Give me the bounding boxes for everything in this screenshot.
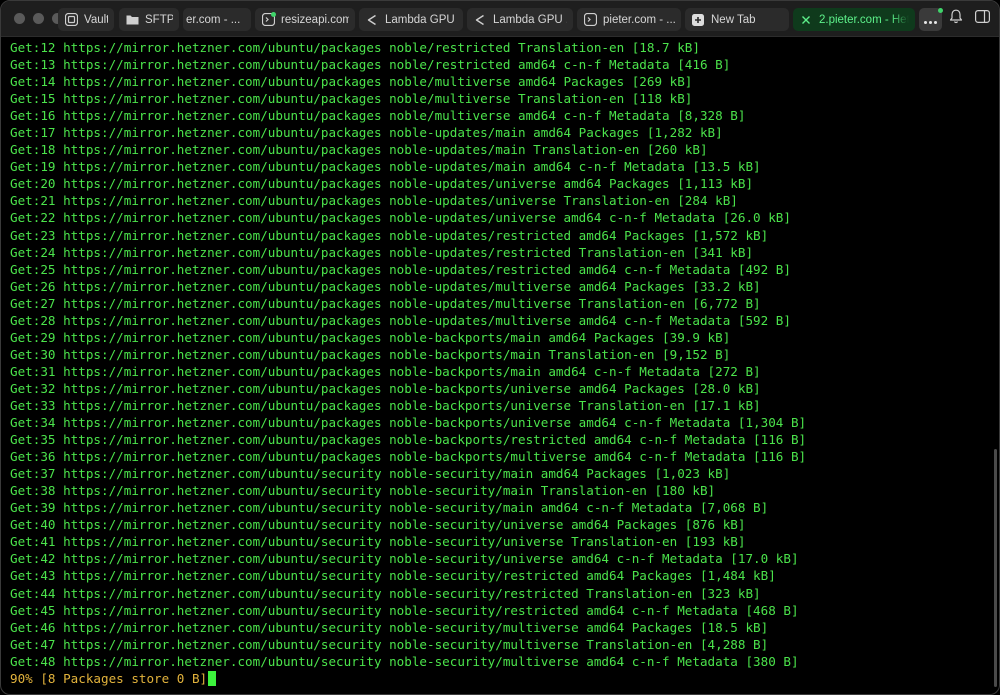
bell-icon <box>949 9 963 29</box>
tab-lambda-gpu-1[interactable]: Lambda GPU ... <box>359 8 463 31</box>
terminal-line: Get:20 https://mirror.hetzner.com/ubuntu… <box>10 176 754 192</box>
terminal-line: Get:32 https://mirror.hetzner.com/ubuntu… <box>10 380 761 396</box>
terminal-output[interactable]: Get:12 https://mirror.hetzner.com/ubuntu… <box>10 39 990 691</box>
tab-pieter[interactable]: pieter.com - ... <box>577 8 681 31</box>
window-minimize-button[interactable] <box>33 13 44 24</box>
terminal-line: Get:18 https://mirror.hetzner.com/ubuntu… <box>10 142 708 158</box>
terminal-line: Get:25 https://mirror.hetzner.com/ubuntu… <box>10 261 791 277</box>
tab-label: Vaults <box>84 13 108 26</box>
terminal-line: Get:21 https://mirror.hetzner.com/ubuntu… <box>10 193 738 209</box>
tab-vaults[interactable]: Vaults <box>58 8 114 31</box>
progress-line: 90% [8 Packages store 0 B] <box>10 670 990 687</box>
terminal-icon <box>583 13 597 27</box>
terminal-line: Get:37 https://mirror.hetzner.com/ubuntu… <box>10 466 731 482</box>
terminal-icon <box>261 11 276 27</box>
terminal-line: Get:35 https://mirror.hetzner.com/ubuntu… <box>10 432 807 448</box>
notifications-button[interactable] <box>947 9 965 29</box>
lambda-icon <box>365 13 379 27</box>
terminal-app-window: Vaults SFTP er.com - ... resizeapi.com L… <box>0 0 1000 695</box>
terminal-line: Get:28 https://mirror.hetzner.com/ubuntu… <box>10 312 791 328</box>
tab-label: New Tab <box>711 13 756 26</box>
terminal-line: Get:42 https://mirror.hetzner.com/ubuntu… <box>10 551 799 567</box>
terminal-line: Get:45 https://mirror.hetzner.com/ubuntu… <box>10 602 799 618</box>
terminal-line: Get:39 https://mirror.hetzner.com/ubuntu… <box>10 500 769 516</box>
sidebar-toggle-button[interactable] <box>973 10 991 28</box>
terminal-line: Get:14 https://mirror.hetzner.com/ubuntu… <box>10 74 693 90</box>
terminal-line: Get:19 https://mirror.hetzner.com/ubuntu… <box>10 159 761 175</box>
window-close-button[interactable] <box>14 13 25 24</box>
terminal-line: Get:44 https://mirror.hetzner.com/ubuntu… <box>10 585 761 601</box>
tab-sftp[interactable]: SFTP <box>119 8 179 31</box>
terminal-line: Get:41 https://mirror.hetzner.com/ubuntu… <box>10 534 746 550</box>
folder-icon <box>125 13 139 27</box>
tab-label: resizeapi.com <box>281 13 349 26</box>
tab-label: 2.pieter.com - Hetzner <box>819 13 909 26</box>
terminal-line: Get:23 https://mirror.hetzner.com/ubuntu… <box>10 227 769 243</box>
terminal-line: Get:15 https://mirror.hetzner.com/ubuntu… <box>10 91 693 107</box>
terminal-line: Get:30 https://mirror.hetzner.com/ubuntu… <box>10 346 731 362</box>
tab-session-er[interactable]: er.com - ... <box>183 8 251 31</box>
progress-text: 90% [8 Packages store 0 B] <box>10 670 208 686</box>
tab-label: Lambda GPU ... <box>493 13 567 26</box>
tab-2-pieter-hetzner[interactable]: 2.pieter.com - Hetzner <box>793 8 915 31</box>
terminal-line: Get:12 https://mirror.hetzner.com/ubuntu… <box>10 40 700 55</box>
terminal-line: Get:27 https://mirror.hetzner.com/ubuntu… <box>10 295 761 311</box>
title-bar: Vaults SFTP er.com - ... resizeapi.com L… <box>1 1 999 37</box>
vault-icon <box>64 13 78 27</box>
terminal-scrollbar[interactable] <box>994 449 997 687</box>
tab-lambda-gpu-2[interactable]: Lambda GPU ... <box>467 8 573 31</box>
tab-resizeapi[interactable]: resizeapi.com <box>255 8 355 31</box>
close-icon[interactable] <box>799 13 813 27</box>
terminal-line: Get:17 https://mirror.hetzner.com/ubuntu… <box>10 125 723 141</box>
terminal-line: Get:34 https://mirror.hetzner.com/ubuntu… <box>10 415 807 431</box>
terminal-line: Get:26 https://mirror.hetzner.com/ubuntu… <box>10 278 761 294</box>
tab-label: pieter.com - ... <box>603 13 675 26</box>
terminal-line: Get:22 https://mirror.hetzner.com/ubuntu… <box>10 210 791 226</box>
terminal-line: Get:46 https://mirror.hetzner.com/ubuntu… <box>10 619 769 635</box>
terminal-line: Get:43 https://mirror.hetzner.com/ubuntu… <box>10 568 776 584</box>
terminal-line: Get:36 https://mirror.hetzner.com/ubuntu… <box>10 449 807 465</box>
terminal-cursor <box>208 670 217 686</box>
more-tabs-button[interactable] <box>919 8 943 31</box>
terminal-line: Get:38 https://mirror.hetzner.com/ubuntu… <box>10 483 716 499</box>
terminal-line: Get:48 https://mirror.hetzner.com/ubuntu… <box>10 653 799 669</box>
plus-square-icon <box>691 13 705 27</box>
terminal-line: Get:47 https://mirror.hetzner.com/ubuntu… <box>10 636 769 652</box>
terminal-line: Get:31 https://mirror.hetzner.com/ubuntu… <box>10 363 761 379</box>
ellipsis-icon <box>924 11 937 29</box>
terminal-line: Get:33 https://mirror.hetzner.com/ubuntu… <box>10 397 761 413</box>
terminal-line: Get:40 https://mirror.hetzner.com/ubuntu… <box>10 517 746 533</box>
sidebar-icon <box>974 10 990 28</box>
tab-label: er.com - ... <box>186 13 241 26</box>
terminal-line: Get:13 https://mirror.hetzner.com/ubuntu… <box>10 57 731 73</box>
tab-label: SFTP <box>145 13 173 26</box>
terminal-line: Get:29 https://mirror.hetzner.com/ubuntu… <box>10 329 731 345</box>
terminal-line: Get:16 https://mirror.hetzner.com/ubuntu… <box>10 108 746 124</box>
tab-new-tab[interactable]: New Tab <box>685 8 789 31</box>
lambda-icon <box>473 13 487 27</box>
tab-label: Lambda GPU ... <box>385 13 457 26</box>
terminal-line: Get:24 https://mirror.hetzner.com/ubuntu… <box>10 244 754 260</box>
